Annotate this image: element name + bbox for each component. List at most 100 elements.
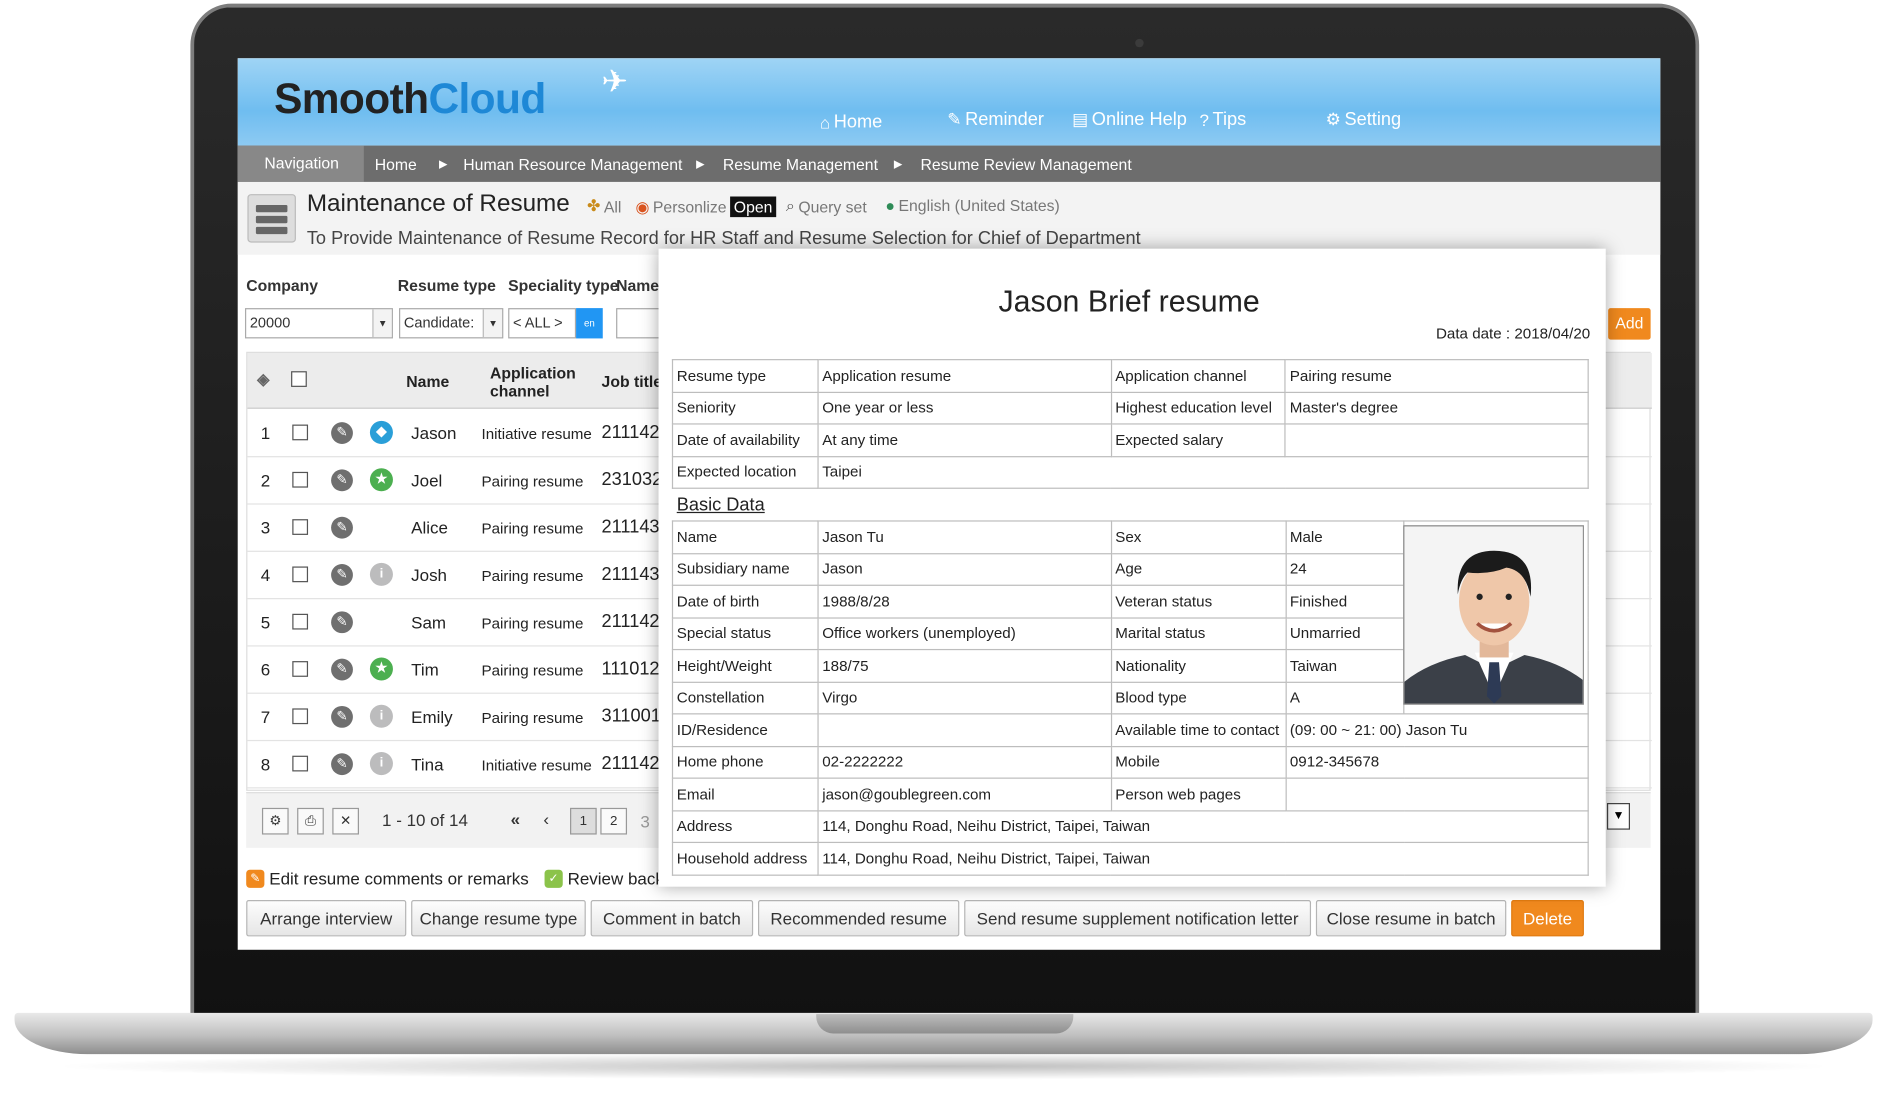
table-row: Expected location Taipei — [671, 455, 1589, 489]
field-value: 1988/8/28 — [817, 584, 1112, 619]
application-channel: Pairing resume — [481, 473, 584, 491]
add-button[interactable]: Add — [1608, 308, 1651, 340]
breadcrumb-home[interactable]: Home — [375, 155, 417, 173]
tool-all[interactable]: ✤ All — [587, 197, 621, 216]
candidate-name[interactable]: Tim — [411, 660, 439, 679]
resume-type-select[interactable]: Candidate: ▼ — [399, 308, 504, 339]
field-label: Marital status — [1110, 616, 1287, 651]
breadcrumb-hrm[interactable]: Human Resource Management — [463, 155, 682, 173]
row-checkbox[interactable] — [292, 471, 309, 488]
row-checkbox[interactable] — [292, 566, 309, 583]
nav-tips[interactable]: ? Tips — [1199, 109, 1246, 130]
star-icon[interactable]: ★ — [369, 657, 393, 681]
page-2[interactable]: 2 — [600, 807, 628, 835]
tool-language[interactable]: ● English (United States) — [885, 197, 1059, 215]
help-book-icon: ▤ — [1072, 109, 1089, 129]
col-name[interactable]: Name — [406, 372, 449, 390]
laptop-notch — [816, 1014, 1074, 1034]
field-label: Subsidiary name — [671, 552, 819, 586]
row-checkbox[interactable] — [292, 424, 309, 441]
chevron-right-icon: ▶ — [696, 157, 705, 170]
question-icon: ? — [1199, 109, 1209, 130]
pencil-icon[interactable]: ✎ — [331, 469, 353, 492]
info-icon[interactable]: i — [369, 562, 393, 586]
table-row: Address 114, Donghu Road, Neihu District,… — [671, 809, 1589, 844]
candidate-name[interactable]: Josh — [411, 565, 447, 584]
row-checkbox[interactable] — [292, 661, 309, 677]
prev-page-icon[interactable]: ‹ — [543, 809, 549, 828]
field-value: 188/75 — [817, 648, 1112, 683]
candidate-name[interactable]: Joel — [411, 471, 442, 490]
col-channel[interactable]: Application channel — [490, 364, 576, 400]
field-label: Height/Weight — [671, 648, 819, 683]
row-checkbox[interactable] — [292, 708, 309, 725]
info-icon[interactable]: i — [369, 704, 393, 728]
pencil-icon[interactable]: ✎ — [331, 753, 353, 776]
candidate-name[interactable]: Alice — [411, 518, 448, 537]
pencil-icon[interactable]: ✎ — [331, 611, 353, 634]
tag-icon[interactable]: ◆ — [369, 420, 393, 444]
candidate-name[interactable]: Sam — [411, 613, 446, 632]
tool-query-set[interactable]: ⌕ Query set — [786, 197, 867, 216]
field-value — [1284, 777, 1589, 811]
chevron-down-icon[interactable]: ▼ — [1606, 803, 1631, 830]
candidate-name[interactable]: Tina — [411, 754, 443, 773]
pencil-icon[interactable]: ✎ — [331, 422, 353, 444]
field-value: A — [1285, 681, 1405, 715]
field-label: Person web pages — [1110, 777, 1287, 811]
row-checkbox[interactable] — [292, 519, 309, 535]
field-value: 02-2222222 — [817, 745, 1112, 779]
nav-online-help[interactable]: ▤ Online Help — [1072, 109, 1187, 130]
field-value: One year or less — [817, 391, 1112, 425]
pencil-icon[interactable]: ✎ — [331, 705, 353, 728]
pencil-icon[interactable]: ✎ — [331, 564, 353, 586]
eye-hide-icon[interactable]: ◈ — [257, 370, 269, 388]
nav-home[interactable]: ⌂ Home — [820, 112, 882, 133]
company-label: Company — [246, 276, 319, 295]
page-1[interactable]: 1 — [570, 807, 597, 835]
star-icon[interactable]: ★ — [369, 468, 393, 492]
recommended-resume-button[interactable]: Recommended resume — [758, 900, 960, 937]
candidate-name[interactable]: Jason — [411, 423, 456, 442]
arrange-interview-button[interactable]: Arrange interview — [246, 900, 407, 937]
job-title: 231032 — [601, 469, 663, 491]
excel-export-icon[interactable]: ✕ — [332, 807, 359, 835]
pencil-icon[interactable]: ✎ — [331, 516, 353, 539]
candidate-name[interactable]: Emily — [411, 707, 453, 726]
breadcrumb-resume-management[interactable]: Resume Management — [723, 155, 878, 173]
open-badge[interactable]: Open — [730, 196, 777, 218]
close-resume-in-batch-button[interactable]: Close resume in batch — [1315, 900, 1507, 937]
print-icon[interactable]: ⎙ — [297, 807, 324, 835]
field-value: Male — [1285, 520, 1405, 554]
language-en-button[interactable]: en — [576, 308, 603, 339]
name-input[interactable] — [616, 308, 665, 339]
speciality-type-select[interactable]: < ALL > — [508, 308, 577, 339]
tool-personalize[interactable]: ◉ Personlize Open — [636, 196, 777, 218]
delete-button[interactable]: Delete — [1511, 900, 1584, 937]
send-supplement-letter-button[interactable]: Send resume supplement notification lett… — [964, 900, 1312, 937]
nav-reminder[interactable]: ✎ Reminder — [947, 109, 1044, 130]
company-select[interactable]: 20000 ▼ — [244, 308, 393, 339]
field-label: Resume type — [671, 359, 819, 393]
change-resume-type-button[interactable]: Change resume type — [411, 900, 586, 937]
field-label: Email — [671, 777, 819, 811]
person-portrait-icon — [1404, 526, 1583, 704]
info-icon[interactable]: i — [369, 752, 393, 776]
gear-icon[interactable]: ⚙ — [261, 807, 289, 835]
breadcrumb-navigation[interactable]: Navigation — [237, 145, 364, 182]
row-checkbox[interactable] — [292, 755, 309, 772]
name-label: Name — [616, 276, 660, 295]
row-number: 5 — [260, 612, 271, 632]
col-job-title[interactable]: Job title — [602, 372, 662, 390]
page-3[interactable]: 3 — [640, 811, 649, 830]
breadcrumb-resume-review[interactable]: Resume Review Management — [921, 155, 1132, 173]
app-logo[interactable]: SmoothCloud — [274, 75, 546, 124]
row-checkbox[interactable] — [292, 613, 309, 630]
job-title: 211142 — [601, 422, 660, 443]
first-page-icon[interactable]: « — [511, 809, 520, 828]
comment-in-batch-button[interactable]: Comment in batch — [590, 900, 754, 937]
pencil-icon[interactable]: ✎ — [331, 658, 353, 681]
nav-setting[interactable]: ⚙ Setting — [1326, 109, 1402, 130]
select-all-checkbox[interactable] — [291, 371, 307, 387]
application-channel: Pairing resume — [481, 614, 584, 632]
